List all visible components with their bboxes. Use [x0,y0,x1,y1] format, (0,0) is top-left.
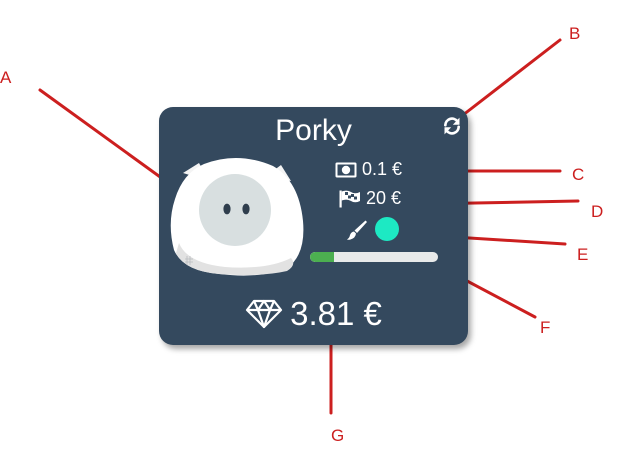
savings-progress-fill [310,252,335,262]
callout-line-b [461,38,562,117]
refresh-icon[interactable] [442,116,462,136]
goal-value: 20 € [366,188,402,208]
callout-label-d: D [591,202,604,221]
goal-value-row: 20 € [339,188,401,209]
callout-label-e: E [577,245,589,264]
balance-row: 3.81 € [159,295,468,333]
coin-value: 0.1 € [362,159,403,179]
piggy-bank-card: Porky 0.1 € 20 € 3.81 € [159,107,468,345]
banknote-icon [335,162,357,177]
color-swatch[interactable] [375,217,399,241]
callout-label-g: G [331,426,345,445]
finish-flag-icon [339,190,360,207]
coin-value-row: 0.1 € [335,159,402,180]
callout-label-b: B [569,24,581,43]
savings-progress-bar [310,252,438,262]
callout-label-f: F [540,318,551,337]
balance-amount: 3.81 € [290,295,382,332]
paintbrush-icon[interactable] [346,219,368,241]
piggy-bank-avatar [170,157,304,276]
callout-label-c: C [572,165,585,184]
diamond-icon [246,299,283,329]
piggy-bank-name: Porky [275,114,352,147]
callout-label-a: A [0,68,12,87]
